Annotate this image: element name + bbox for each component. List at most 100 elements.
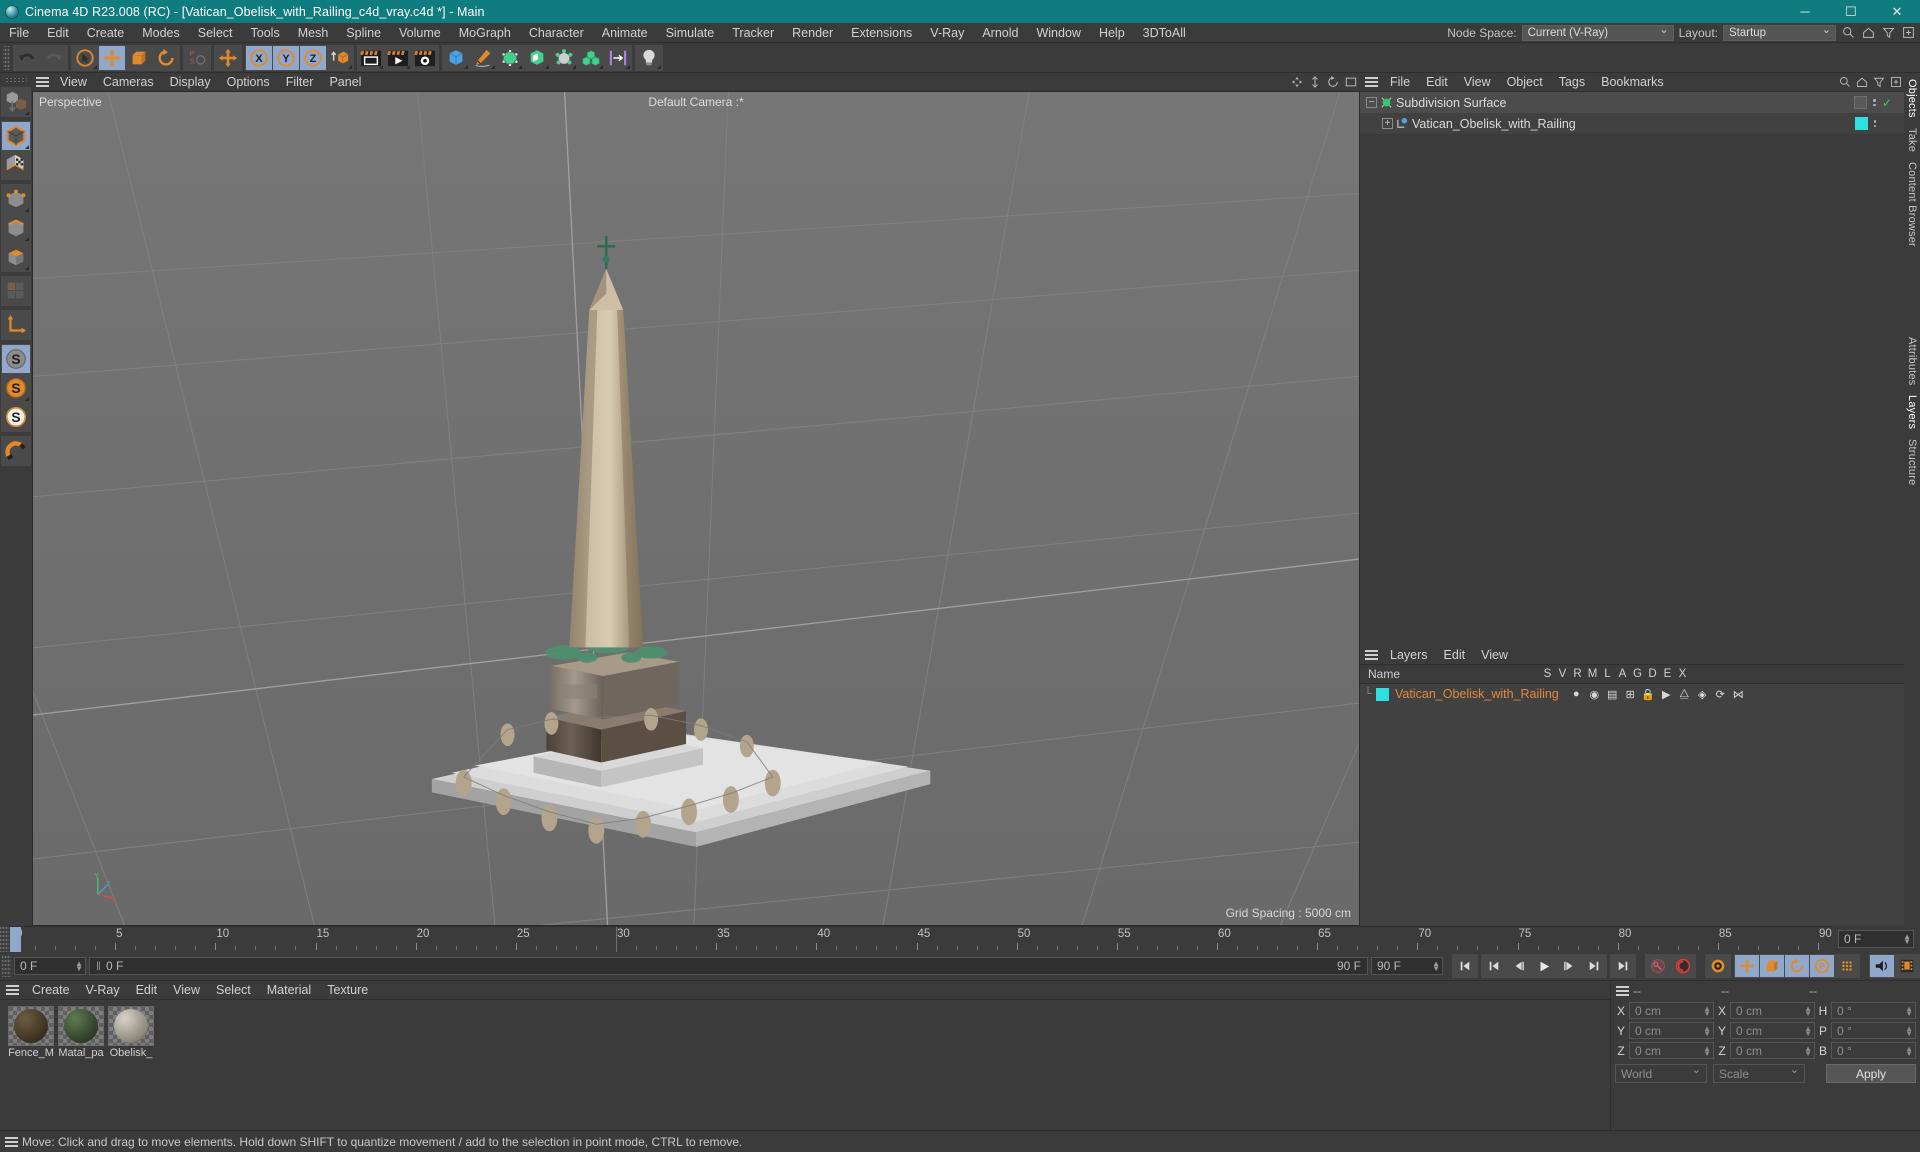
eye-icon[interactable]: ◉	[1587, 688, 1602, 701]
material-menu-v-ray[interactable]: V-Ray	[78, 981, 128, 1000]
menu-item-edit[interactable]: Edit	[38, 23, 78, 43]
lock-z-axis[interactable]: Z	[300, 45, 326, 70]
left-toolbar-grip[interactable]	[5, 77, 27, 84]
coordinates-rot-field-p[interactable]: 0 ° ▲ ▼	[1831, 1022, 1916, 1039]
search-icon[interactable]	[1841, 25, 1856, 40]
manager-icon[interactable]: ⊞	[1623, 688, 1638, 701]
layout-select[interactable]: Startup	[1723, 23, 1836, 41]
zoom-icon[interactable]	[1306, 73, 1324, 91]
toolbar-grip[interactable]	[3, 45, 10, 70]
solo-dot-icon[interactable]: ●	[1569, 688, 1584, 700]
model-mode-button[interactable]	[2, 122, 30, 150]
edges-mode-button[interactable]	[2, 214, 30, 242]
spinner-icon[interactable]: ▲ ▼	[1905, 1044, 1913, 1057]
spinner-icon[interactable]: ▲ ▼	[71, 960, 83, 973]
menu-item-character[interactable]: Character	[520, 23, 593, 43]
viewport-menu-view[interactable]: View	[52, 73, 95, 91]
scale-tool[interactable]	[126, 45, 152, 70]
spinner-icon[interactable]: ▲ ▼	[1428, 960, 1440, 973]
menu-item-tracker[interactable]: Tracker	[723, 23, 783, 43]
timeline-playhead[interactable]	[10, 927, 21, 952]
material-item[interactable]: Fence_M	[8, 1006, 54, 1059]
search-icon[interactable]	[1836, 73, 1853, 92]
spinner-icon[interactable]: ▲ ▼	[1804, 1044, 1812, 1057]
render-view-button[interactable]	[358, 45, 384, 70]
layer-row[interactable]: └ Vatican_Obelisk_with_Railing ● ◉ ▤ ⊞ 🔒…	[1360, 684, 1904, 704]
menu-item-mesh[interactable]: Mesh	[289, 23, 338, 43]
viewport-menu-filter[interactable]: Filter	[278, 73, 322, 91]
material-menu-select[interactable]: Select	[208, 981, 259, 1000]
material-thumbnail[interactable]	[58, 1006, 104, 1046]
add-scene-object-button[interactable]	[551, 45, 577, 70]
status-menu-icon[interactable]	[0, 1131, 22, 1152]
menu-item-modes[interactable]: Modes	[133, 23, 189, 43]
start-frame-field[interactable]: 0 F ▲ ▼	[14, 957, 86, 975]
coordinate-mode-select[interactable]: Scale	[1713, 1063, 1805, 1083]
deformers-icon[interactable]: ◈	[1695, 688, 1710, 701]
filter-icon[interactable]	[1881, 25, 1896, 40]
object-row-vatican-obelisk[interactable]: + Vatican_Obelisk_with_Railing	[1360, 113, 1904, 134]
lock-x-axis[interactable]: X	[246, 45, 272, 70]
viewport-menu-icon[interactable]	[32, 73, 52, 91]
viewport-menu-options[interactable]: Options	[219, 73, 278, 91]
coordinates-rot-field-h[interactable]: 0 ° ▲ ▼	[1831, 1002, 1916, 1019]
timeline-grip[interactable]	[0, 926, 9, 952]
add-light-button[interactable]	[636, 45, 662, 70]
preview-range-bar[interactable]: ‖ 0 F 90 F	[89, 957, 1368, 975]
add-mograph-button[interactable]	[578, 45, 604, 70]
frame-rate-button[interactable]	[1895, 955, 1919, 977]
enabled-check-icon[interactable]: ✓	[1882, 96, 1892, 110]
render-settings-button[interactable]	[412, 45, 438, 70]
menu-item-render[interactable]: Render	[783, 23, 842, 43]
viewport-3d[interactable]: Perspective Default Camera :* Grid Spaci…	[32, 91, 1360, 926]
coordinates-menu-icon[interactable]	[1611, 981, 1633, 1000]
lock-icon[interactable]: 🔒	[1641, 688, 1656, 701]
spinner-icon[interactable]: ▲ ▼	[1899, 933, 1911, 946]
polygons-mode-button[interactable]	[2, 243, 30, 271]
make-editable-button[interactable]	[2, 88, 30, 116]
end-frame-field[interactable]: 90 F ▲ ▼	[1371, 957, 1443, 975]
step-back-button[interactable]	[1507, 955, 1531, 977]
coordinates-size-field-y[interactable]: 0 cm ▲ ▼	[1730, 1022, 1815, 1039]
go-to-next-key-button[interactable]	[1582, 955, 1606, 977]
material-thumbnail[interactable]	[108, 1006, 154, 1046]
object-manager-menu-edit[interactable]: Edit	[1418, 73, 1456, 92]
tab-attributes[interactable]: Attributes	[1906, 337, 1918, 385]
menu-item-3dtoall[interactable]: 3DToAll	[1134, 23, 1195, 43]
snap-button[interactable]	[2, 437, 30, 465]
tab-layers[interactable]: Layers	[1906, 395, 1918, 429]
object-axis-button[interactable]: S	[2, 403, 30, 431]
viewport-menu-display[interactable]: Display	[162, 73, 219, 91]
render-to-picture-viewer-button[interactable]	[385, 45, 411, 70]
menu-item-simulate[interactable]: Simulate	[657, 23, 724, 43]
object-manager-menu-tags[interactable]: Tags	[1551, 73, 1593, 92]
controls-grip[interactable]	[2, 955, 11, 977]
expressions-icon[interactable]: ⟳	[1713, 688, 1728, 701]
home-icon[interactable]	[1853, 73, 1870, 92]
coordinates-rot-field-b[interactable]: 0 ° ▲ ▼	[1831, 1042, 1916, 1059]
pan-icon[interactable]	[1288, 73, 1306, 91]
material-menu-material[interactable]: Material	[259, 981, 319, 1000]
keyframe-settings-button[interactable]	[1706, 955, 1730, 977]
spinner-icon[interactable]: ▲ ▼	[1905, 1004, 1913, 1017]
tab-objects[interactable]: Objects	[1906, 79, 1918, 118]
enable-axis-button[interactable]: S	[2, 345, 30, 373]
object-manager-menu-file[interactable]: File	[1382, 73, 1418, 92]
menu-item-window[interactable]: Window	[1027, 23, 1089, 43]
coordinates-size-field-x[interactable]: 0 cm ▲ ▼	[1730, 1002, 1815, 1019]
layers-menu-layers[interactable]: Layers	[1382, 646, 1436, 665]
object-manager-menu-object[interactable]: Object	[1499, 73, 1551, 92]
points-mode-button[interactable]	[2, 185, 30, 213]
tab-take[interactable]: Take	[1906, 128, 1918, 152]
world-object-toggle-button[interactable]: S	[2, 374, 30, 402]
menu-item-help[interactable]: Help	[1090, 23, 1134, 43]
move-tool[interactable]	[99, 45, 125, 70]
layer-color-swatch[interactable]	[1854, 117, 1868, 130]
layers-menu-edit[interactable]: Edit	[1436, 646, 1474, 665]
add-cube-button[interactable]	[443, 45, 469, 70]
step-forward-button[interactable]	[1557, 955, 1581, 977]
object-manager-menu-bookmarks[interactable]: Bookmarks	[1593, 73, 1672, 92]
key-position-button[interactable]	[1735, 955, 1759, 977]
world-coordinate-system[interactable]	[327, 45, 353, 70]
material-menu-edit[interactable]: Edit	[128, 981, 166, 1000]
